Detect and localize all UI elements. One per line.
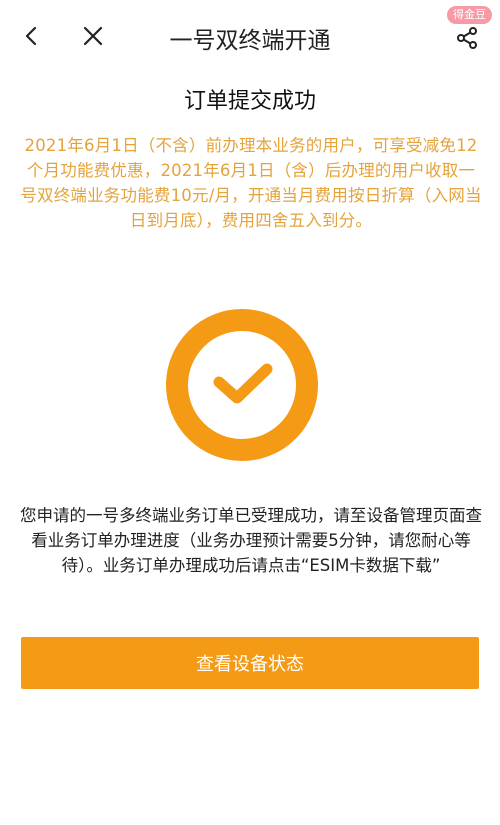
- success-status: [164, 307, 320, 463]
- share-icon: [457, 27, 477, 49]
- share-button[interactable]: [449, 20, 485, 56]
- order-success-heading: 订单提交成功: [183, 89, 316, 114]
- top-navigation-bar: 一号双终端开通 得金豆: [0, 0, 500, 70]
- view-device-status-button[interactable]: 查看设备状态: [21, 637, 479, 689]
- page-title: 一号双终端开通: [169, 28, 331, 54]
- checkmark-circle-icon: [166, 309, 318, 461]
- order-accepted-message: 您申请的一号多终端业务订单已受理成功，请至设备管理页面查看业务订单办理进度（业务…: [20, 506, 482, 575]
- fee-notice-text: 2021年6月1日（不含）前办理本业务的用户，可享受减免12个月功能费优惠，20…: [20, 136, 482, 230]
